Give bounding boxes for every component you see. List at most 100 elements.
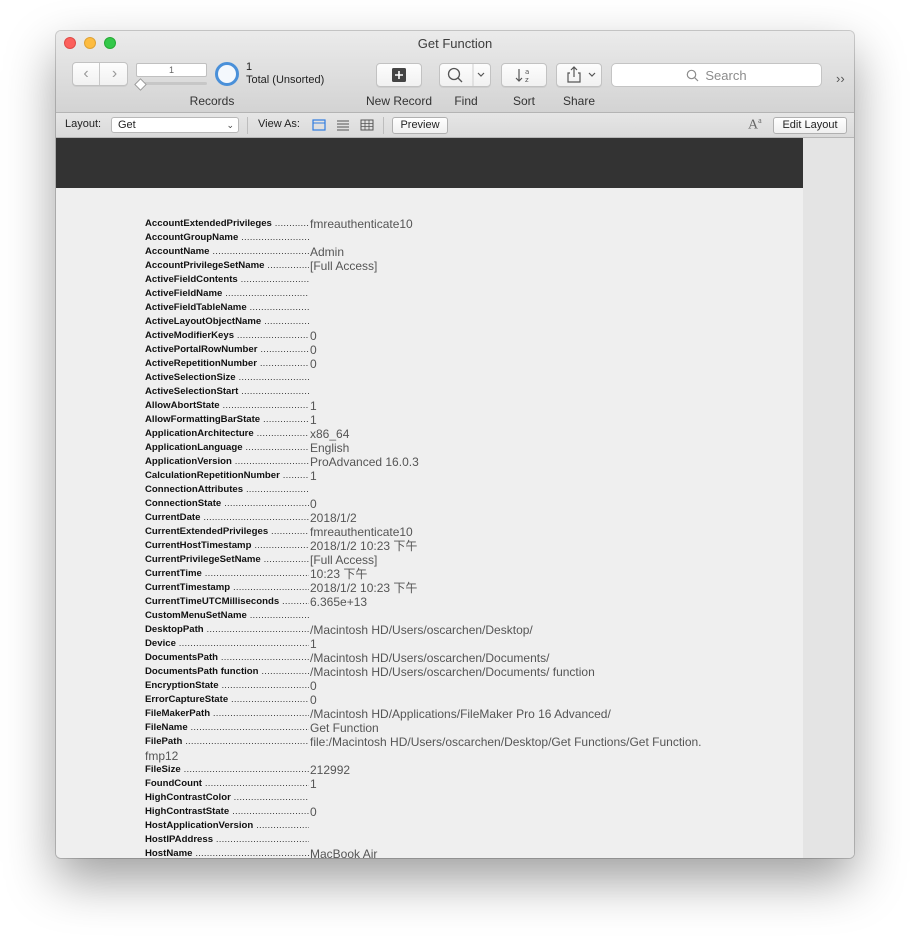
- table-view-icon[interactable]: [360, 119, 374, 131]
- sort-az-icon: a z: [515, 68, 529, 84]
- field-value[interactable]: 6.365e+13: [310, 595, 710, 609]
- quick-find-search[interactable]: Search: [611, 63, 822, 87]
- field-label: CalculationRepetitionNumber: [145, 469, 309, 483]
- field-value[interactable]: [Full Access]: [310, 553, 710, 567]
- field-row: ActiveLayoutObjectName: [145, 315, 745, 329]
- field-value[interactable]: 2018/1/2: [310, 511, 710, 525]
- field-row: ActivePortalRowNumber0: [145, 343, 745, 357]
- field-value-continuation[interactable]: fmp12: [145, 749, 545, 763]
- field-row: AccountExtendedPrivilegesfmreauthenticat…: [145, 217, 745, 231]
- field-label: ConnectionAttributes: [145, 483, 309, 497]
- field-value[interactable]: [Full Access]: [310, 259, 710, 273]
- svg-text:z: z: [525, 76, 529, 84]
- field-value[interactable]: 0: [310, 805, 710, 819]
- divider: [383, 117, 384, 134]
- field-value[interactable]: 0: [310, 343, 710, 357]
- current-record-field[interactable]: 1: [136, 63, 207, 77]
- next-record-button[interactable]: ›: [101, 63, 128, 85]
- field-row: DesktopPath/Macintosh HD/Users/oscarchen…: [145, 623, 745, 637]
- new-record-label: New Record: [365, 94, 433, 108]
- edit-layout-button[interactable]: Edit Layout: [773, 117, 847, 134]
- field-row: DocumentsPath function/Macintosh HD/User…: [145, 665, 745, 679]
- field-value[interactable]: 212992: [310, 763, 710, 777]
- field-value[interactable]: 0: [310, 329, 710, 343]
- field-row: CurrentTimeUTCMilliseconds6.365e+13: [145, 595, 745, 609]
- field-value[interactable]: 1: [310, 399, 710, 413]
- find-button[interactable]: [439, 63, 491, 87]
- field-label: AccountGroupName: [145, 231, 309, 245]
- field-value[interactable]: file:/Macintosh HD/Users/oscarchen/Deskt…: [310, 735, 710, 749]
- record-slider-knob[interactable]: [134, 78, 147, 91]
- field-value[interactable]: 2018/1/2 10:23 下午: [310, 581, 710, 595]
- field-label: FoundCount: [145, 777, 309, 791]
- field-value[interactable]: 2018/1/2 10:23 下午: [310, 539, 710, 553]
- record-navigation: ‹ ›: [72, 62, 128, 86]
- layout-dropdown[interactable]: Get ⌄: [111, 117, 239, 133]
- field-value[interactable]: 1: [310, 469, 710, 483]
- field-value[interactable]: /Macintosh HD/Users/oscarchen/Documents/…: [310, 665, 710, 679]
- field-value[interactable]: /Macintosh HD/Applications/FileMaker Pro…: [310, 707, 710, 721]
- field-label: CurrentTimestamp: [145, 581, 309, 595]
- field-value[interactable]: 1: [310, 637, 710, 651]
- field-value[interactable]: /Macintosh HD/Users/oscarchen/Desktop/: [310, 623, 710, 637]
- field-label: DocumentsPath: [145, 651, 309, 665]
- field-row: Device1: [145, 637, 745, 651]
- share-button[interactable]: [556, 63, 602, 87]
- field-value[interactable]: ProAdvanced 16.0.3: [310, 455, 710, 469]
- title-bar: Get Function ‹ › 1 1 Total (Unsorted) Re…: [56, 31, 854, 113]
- field-value[interactable]: /Macintosh HD/Users/oscarchen/Documents/: [310, 651, 710, 665]
- field-label: CurrentDate: [145, 511, 309, 525]
- field-label: HostApplicationVersion: [145, 819, 309, 833]
- previous-record-button[interactable]: ‹: [73, 63, 100, 85]
- field-row: ActiveSelectionStart: [145, 385, 745, 399]
- field-row: ActiveFieldContents: [145, 273, 745, 287]
- field-value[interactable]: 0: [310, 693, 710, 707]
- field-value[interactable]: English: [310, 441, 710, 455]
- field-label: FilePath: [145, 735, 309, 749]
- field-value[interactable]: 0: [310, 497, 710, 511]
- view-as-label: View As:: [258, 118, 300, 130]
- field-row: HostNameMacBook Air: [145, 847, 745, 858]
- layout-right-margin: [803, 138, 854, 858]
- field-label: AccountPrivilegeSetName: [145, 259, 309, 273]
- field-label: CurrentTime: [145, 567, 309, 581]
- field-value[interactable]: 0: [310, 357, 710, 371]
- field-label: ApplicationLanguage: [145, 441, 309, 455]
- text-format-icon[interactable]: Aa: [748, 116, 762, 134]
- field-value[interactable]: Get Function: [310, 721, 710, 735]
- preview-button[interactable]: Preview: [392, 117, 448, 134]
- window-title: Get Function: [417, 36, 493, 51]
- field-label: Device: [145, 637, 309, 651]
- layout-dropdown-value: Get: [118, 119, 136, 131]
- new-record-icon: [392, 68, 406, 82]
- field-value[interactable]: fmreauthenticate10: [310, 525, 710, 539]
- form-view-icon[interactable]: [312, 119, 326, 131]
- new-record-button[interactable]: [376, 63, 422, 87]
- field-value[interactable]: MacBook Air: [310, 847, 710, 858]
- field-value[interactable]: 0: [310, 679, 710, 693]
- field-value[interactable]: 1: [310, 777, 710, 791]
- field-value[interactable]: Admin: [310, 245, 710, 259]
- toolbar-overflow-icon[interactable]: ››: [836, 71, 845, 86]
- field-label: FileName: [145, 721, 309, 735]
- chevron-down-icon: ⌄: [226, 120, 234, 130]
- field-value[interactable]: 1: [310, 413, 710, 427]
- field-value[interactable]: 10:23 下午: [310, 567, 710, 581]
- divider: [247, 117, 248, 134]
- field-row: ApplicationArchitecturex86_64: [145, 427, 745, 441]
- field-value[interactable]: x86_64: [310, 427, 710, 441]
- field-row: HostApplicationVersion: [145, 819, 745, 833]
- field-row: ApplicationVersionProAdvanced 16.0.3: [145, 455, 745, 469]
- field-label: AllowAbortState: [145, 399, 309, 413]
- field-row: CurrentExtendedPrivilegesfmreauthenticat…: [145, 525, 745, 539]
- field-label: CurrentPrivilegeSetName: [145, 553, 309, 567]
- field-value[interactable]: fmreauthenticate10: [310, 217, 710, 231]
- list-view-icon[interactable]: [336, 119, 350, 131]
- sort-button[interactable]: a z: [501, 63, 547, 87]
- field-row: DocumentsPath/Macintosh HD/Users/oscarch…: [145, 651, 745, 665]
- field-label: ActiveFieldContents: [145, 273, 309, 287]
- field-label: ErrorCaptureState: [145, 693, 309, 707]
- field-label: HostName: [145, 847, 309, 858]
- field-label: ApplicationArchitecture: [145, 427, 309, 441]
- found-set-pie-icon[interactable]: [215, 62, 239, 86]
